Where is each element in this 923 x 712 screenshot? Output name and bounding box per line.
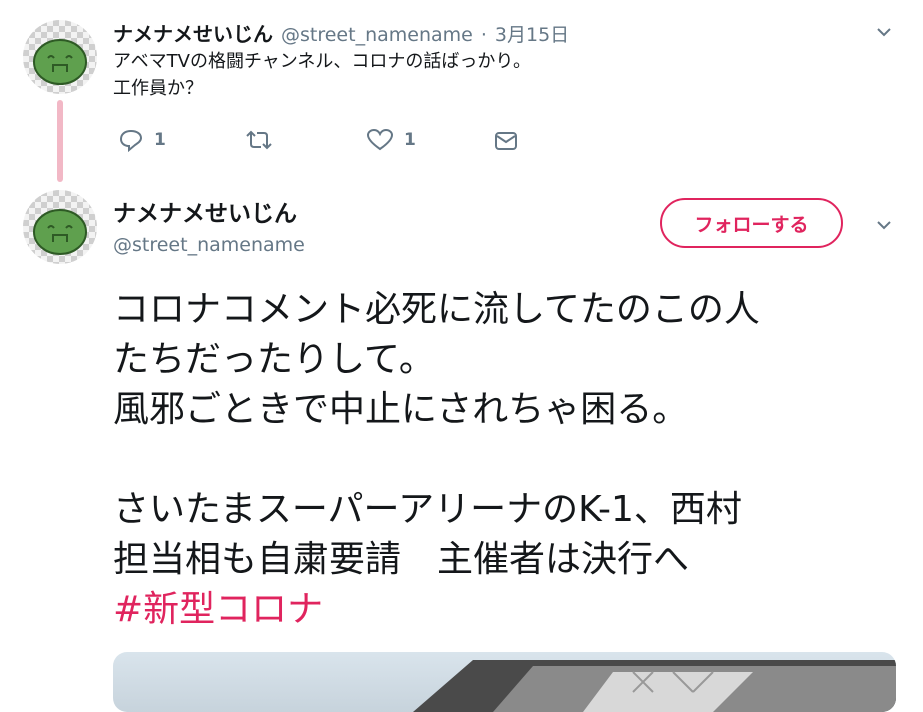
retweet-button[interactable] [244, 128, 284, 152]
tweet-text-line: コロナコメント必死に流してたのこの人 [113, 289, 760, 330]
tweet-text: コロナコメント必死に流してたのこの人 たちだったりして。 風邪ごときで中止にされ… [113, 285, 760, 635]
avatar[interactable] [23, 190, 97, 264]
media-image[interactable] [113, 652, 896, 712]
timestamp[interactable]: 3月15日 [495, 20, 569, 47]
like-icon [366, 128, 394, 151]
avatar[interactable] [23, 20, 97, 94]
retweet-icon [246, 130, 272, 150]
dm-button[interactable] [494, 130, 518, 152]
chevron-down-icon[interactable] [874, 22, 894, 46]
tweet-text-line: アベマTVの格闘チャンネル、コロナの話ばっかり。 [113, 51, 532, 72]
tweet-text-line: 工作員か？ [113, 78, 203, 99]
building-photo [413, 660, 896, 712]
reply-button[interactable]: 1 [118, 128, 166, 152]
like-count: 1 [404, 130, 416, 150]
like-button[interactable]: 1 [366, 128, 416, 152]
username[interactable]: @street_namename [281, 24, 473, 46]
reply-count: 1 [154, 130, 166, 150]
tweet-text-line: さいたまスーパーアリーナのK-1、西村 [113, 489, 742, 530]
tweet-header: ナメナメせいじん @street_namename · 3月15日 [113, 18, 569, 47]
follow-button[interactable]: フォローする [660, 198, 843, 248]
display-name[interactable]: ナメナメせいじん [113, 194, 305, 228]
hashtag-link[interactable]: #新型コロナ [113, 585, 760, 635]
tweet-text-line [113, 435, 760, 485]
frog-avatar-icon [33, 209, 87, 255]
tweet-text: アベマTVの格闘チャンネル、コロナの話ばっかり。 工作員か？ [113, 48, 531, 102]
tweet-text-line: 担当相も自粛要請 主催者は決行へ [113, 539, 690, 580]
thread-connector-line [57, 100, 63, 182]
tweet-header: ナメナメせいじん @street_namename [113, 194, 305, 256]
reply-icon [119, 129, 143, 152]
display-name[interactable]: ナメナメせいじん [113, 18, 273, 47]
tweet-text-line: 風邪ごときで中止にされちゃ困る。 [113, 389, 689, 430]
separator-dot: · [480, 24, 487, 46]
username[interactable]: @street_namename [113, 234, 305, 256]
tweet-text-line: たちだったりして。 [113, 339, 435, 380]
dm-icon [495, 132, 517, 150]
chevron-down-icon[interactable] [874, 215, 894, 239]
frog-avatar-icon [33, 39, 87, 85]
